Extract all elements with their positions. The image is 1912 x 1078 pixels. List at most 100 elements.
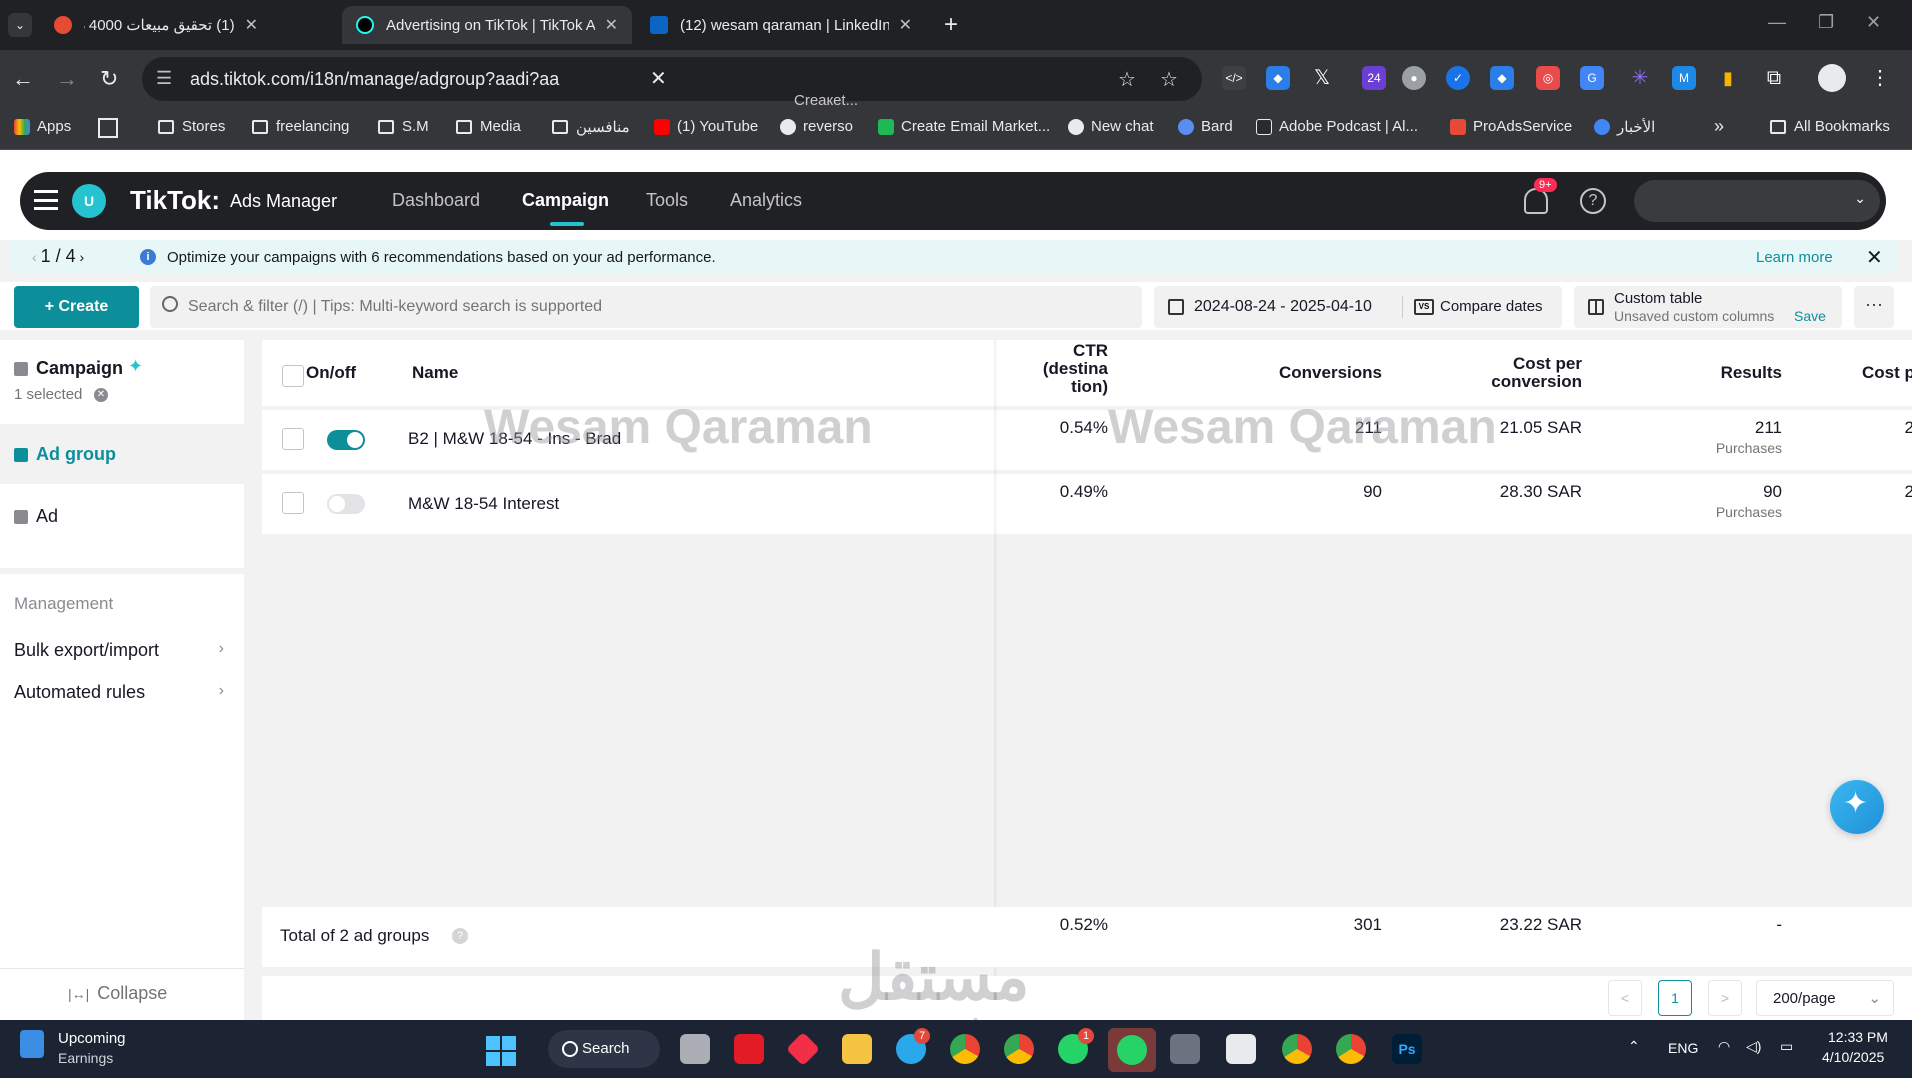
page-action-icon[interactable]: ☆ [1118,67,1136,92]
col-ctr[interactable]: CTR (destina tion) [762,342,1108,396]
collapse-button[interactable]: |↔| Collapse [0,968,244,1020]
widget-title[interactable]: Upcoming [58,1030,126,1047]
row-toggle-on[interactable] [327,430,365,450]
search-input[interactable] [188,295,1088,319]
clear-selection-icon[interactable]: ✕ [94,388,108,402]
row-checkbox[interactable] [282,492,304,514]
row-toggle-off[interactable] [327,494,365,514]
col-results[interactable]: Results [1582,364,1782,382]
volume-icon[interactable]: ◁) [1746,1038,1761,1055]
help-icon[interactable]: ? [1580,188,1606,214]
tab-close-icon[interactable]: ✕ [245,15,258,35]
bookmark-reverso[interactable]: reverso [780,118,853,135]
windows-start-icon[interactable] [486,1036,516,1066]
chrome-alt-icon[interactable] [1282,1034,1312,1064]
sidebar-item-ad[interactable]: Ad [0,486,244,546]
search-filter[interactable] [150,286,1142,328]
compare-dates-button[interactable]: Compare dates [1440,298,1543,315]
bookmark-stores[interactable]: Stores [158,118,225,135]
nav-tools[interactable]: Tools [646,190,688,211]
close-icon[interactable]: ✕ [1866,245,1883,270]
calculator-icon[interactable] [1170,1034,1200,1064]
create-button[interactable]: + Create [14,286,139,328]
snipping-tool-icon[interactable] [1226,1034,1256,1064]
extensions-puzzle-icon[interactable]: ⧉ [1762,66,1786,90]
avatar[interactable]: U [72,184,106,218]
save-link[interactable]: Save [1794,308,1826,324]
date-range-picker[interactable]: 2024-08-24 - 2025-04-10 VS Compare dates [1154,286,1562,328]
col-cost-per-conversion[interactable]: Cost per conversion [1322,355,1582,391]
back-arrow-icon[interactable]: ← [12,66,34,92]
bookmark-proads[interactable]: ProAdsService [1450,118,1572,135]
row-name-link[interactable]: M&W 18-54 Interest [408,494,559,514]
col-name[interactable]: Name [412,364,458,382]
chrome-alt2-icon[interactable] [1336,1034,1366,1064]
task-view-icon[interactable] [680,1034,710,1064]
address-bar[interactable]: ☰ ads.tiktok.com/i18n/manage/adgroup?aad… [142,57,1202,101]
extension-tag2-icon[interactable]: ◆ [1490,66,1514,90]
page-1-button[interactable]: 1 [1658,980,1692,1016]
row-checkbox[interactable] [282,428,304,450]
bookmark-media[interactable]: Media [456,118,521,135]
help-circle-icon[interactable]: ? [452,928,468,944]
extension-24-icon[interactable]: 24 [1362,66,1386,90]
file-explorer-icon[interactable] [842,1034,872,1064]
chrome-profile-icon[interactable] [1004,1034,1034,1064]
automated-rules-link[interactable]: Automated rules › [14,682,224,703]
browser-tab-tiktok[interactable]: Advertising on TikTok | TikTok A ✕ [342,6,632,44]
window-close-icon[interactable]: ✕ [1866,12,1881,33]
bookmark-bard[interactable]: Bard [1178,118,1233,135]
prev-page-button[interactable]: < [1608,980,1642,1016]
bookmark-newchat[interactable]: New chat [1068,118,1154,135]
next-page-button[interactable]: > [1708,980,1742,1016]
col-onoff[interactable]: On/off [306,364,356,382]
nav-analytics[interactable]: Analytics [730,190,802,211]
bookmark-sm[interactable]: S.M [378,118,429,135]
account-selector[interactable]: ⌄ [1634,180,1880,222]
extension-dev-icon[interactable]: </> [1222,66,1246,90]
tab-search-chevron-icon[interactable]: ⌄ [8,13,32,37]
forward-arrow-icon[interactable]: → [56,66,78,92]
hamburger-menu-icon[interactable] [34,190,58,210]
x-twitter-icon[interactable]: 𝕏 [1310,66,1334,90]
select-all-checkbox[interactable] [282,365,304,387]
tab-close-icon[interactable]: ✕ [899,15,912,35]
col-cost-per-result[interactable]: Cost per result [1762,364,1912,382]
recommendation-pager[interactable]: ‹ 1 / 4 › [32,246,84,267]
tray-chevron-up-icon[interactable]: ⌃ [1628,1038,1640,1055]
url-clear-icon[interactable]: ✕ [650,66,667,91]
bookmark-email[interactable]: Create Email Market... [878,118,1050,135]
tab-groups-icon[interactable] [98,118,118,138]
photoshop-icon[interactable]: Ps [1392,1034,1422,1064]
battery-icon[interactable]: ▭ [1780,1038,1793,1055]
browser-tab-linkedin[interactable]: (12) wesam qaraman | LinkedIn ✕ [636,6,926,44]
table-row[interactable]: B2 | M&W 18-54 - Ins - Brad 0.54% 211 21… [262,410,1912,470]
custom-table-button[interactable]: Custom table Unsaved custom columns Save [1574,286,1842,328]
tab-close-icon[interactable]: ✕ [605,15,618,35]
bookmarks-overflow-icon[interactable]: » [1714,116,1724,137]
nav-campaign[interactable]: Campaign [522,190,609,211]
chevron-left-icon[interactable]: ‹ [32,249,41,265]
profile-avatar[interactable] [1818,64,1846,92]
learn-more-link[interactable]: Learn more [1756,249,1833,266]
page-size-select[interactable]: 200/page ⌄ [1756,980,1894,1016]
bookmark-star-icon[interactable]: ☆ [1160,67,1178,92]
url-text[interactable]: ads.tiktok.com/i18n/manage/adgroup?aadi?… [190,69,559,90]
extension-chat-icon[interactable]: ● [1402,66,1426,90]
sidebar-item-ad-group[interactable]: Ad group [0,424,244,484]
more-options-button[interactable]: ··· [1854,286,1894,328]
row-name-link[interactable]: B2 | M&W 18-54 - Ins - Brad [408,429,621,449]
site-info-icon[interactable]: ☰ [156,68,172,89]
extension-camera-icon[interactable]: ◎ [1536,66,1560,90]
bookmark-apps[interactable]: Apps [14,118,71,135]
google-translate-icon[interactable]: G [1580,66,1604,90]
restore-icon[interactable]: ❐ [1818,12,1834,33]
bookmark-freelancing[interactable]: freelancing [252,118,349,135]
new-tab-button[interactable]: + [944,11,958,39]
acrobat-icon[interactable] [734,1034,764,1064]
table-row[interactable]: M&W 18-54 Interest 0.49% 90 28.30 SAR 90… [262,474,1912,534]
minimize-icon[interactable]: — [1768,12,1786,33]
language-indicator[interactable]: ENG [1668,1040,1698,1056]
extension-check-icon[interactable]: ✓ [1446,66,1470,90]
bookmark-competitors[interactable]: منافسين [552,118,630,136]
